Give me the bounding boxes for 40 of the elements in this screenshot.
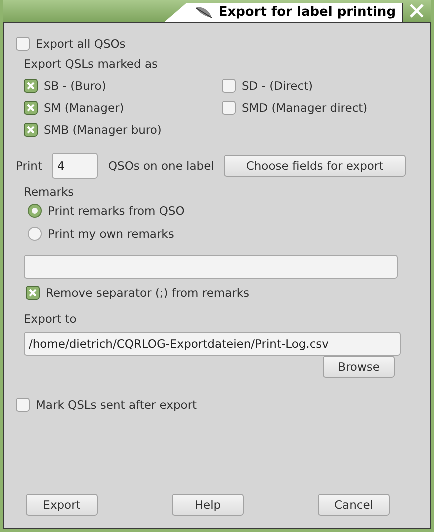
cross-icon: [27, 126, 35, 134]
checkbox[interactable]: [24, 79, 38, 93]
feather-icon: [194, 6, 213, 20]
close-icon: [410, 4, 424, 18]
count-field[interactable]: 4: [52, 153, 98, 179]
checkbox[interactable]: [24, 101, 38, 115]
checkbox[interactable]: [222, 79, 236, 93]
browse-button[interactable]: Browse: [323, 356, 395, 378]
radio-button[interactable]: [28, 204, 42, 218]
print-label: Print: [16, 159, 42, 173]
checkbox[interactable]: [16, 37, 30, 51]
checkbox-label: SM (Manager): [44, 101, 124, 115]
window-title: Export for label printing: [218, 5, 396, 20]
print-suffix: QSOs on one label: [108, 159, 214, 173]
checkbox-label: Mark QSLs sent after export: [36, 398, 198, 412]
path-field[interactable]: /home/dietrich/CQRLOG-Exportdateien/Print-Log.csv: [24, 332, 401, 356]
choose-fields-button[interactable]: Choose fields for export: [224, 155, 406, 177]
checkbox[interactable]: [26, 286, 40, 300]
radio-label: Print my own remarks: [48, 226, 174, 240]
radio-label: Print remarks from QSO: [48, 204, 185, 218]
checkbox-label: SMB (Manager buro): [44, 123, 162, 137]
cross-icon: [27, 82, 35, 90]
checkbox-label: SD - (Direct): [242, 79, 314, 93]
remarks-field[interactable]: [24, 255, 398, 279]
dialog-button[interactable]: Export: [26, 494, 98, 516]
checkbox-label: SMD (Manager direct): [242, 101, 368, 115]
section-label: Remarks: [24, 185, 74, 199]
cross-icon: [27, 104, 35, 112]
cross-icon: [29, 289, 37, 297]
section-label: Export to: [24, 312, 77, 326]
dialog-button[interactable]: Help: [172, 494, 244, 516]
checkbox-label: Remove separator (;) from remarks: [46, 286, 250, 300]
checkbox-label: Export all QSOs: [36, 37, 126, 51]
checkbox[interactable]: [16, 398, 30, 412]
section-label: Export QSLs marked as: [24, 57, 158, 71]
dialog-button[interactable]: Cancel: [318, 494, 390, 516]
checkbox-label: SB - (Buro): [44, 79, 106, 93]
checkbox[interactable]: [222, 101, 236, 115]
radio-button[interactable]: [28, 226, 42, 240]
checkbox[interactable]: [24, 123, 38, 137]
